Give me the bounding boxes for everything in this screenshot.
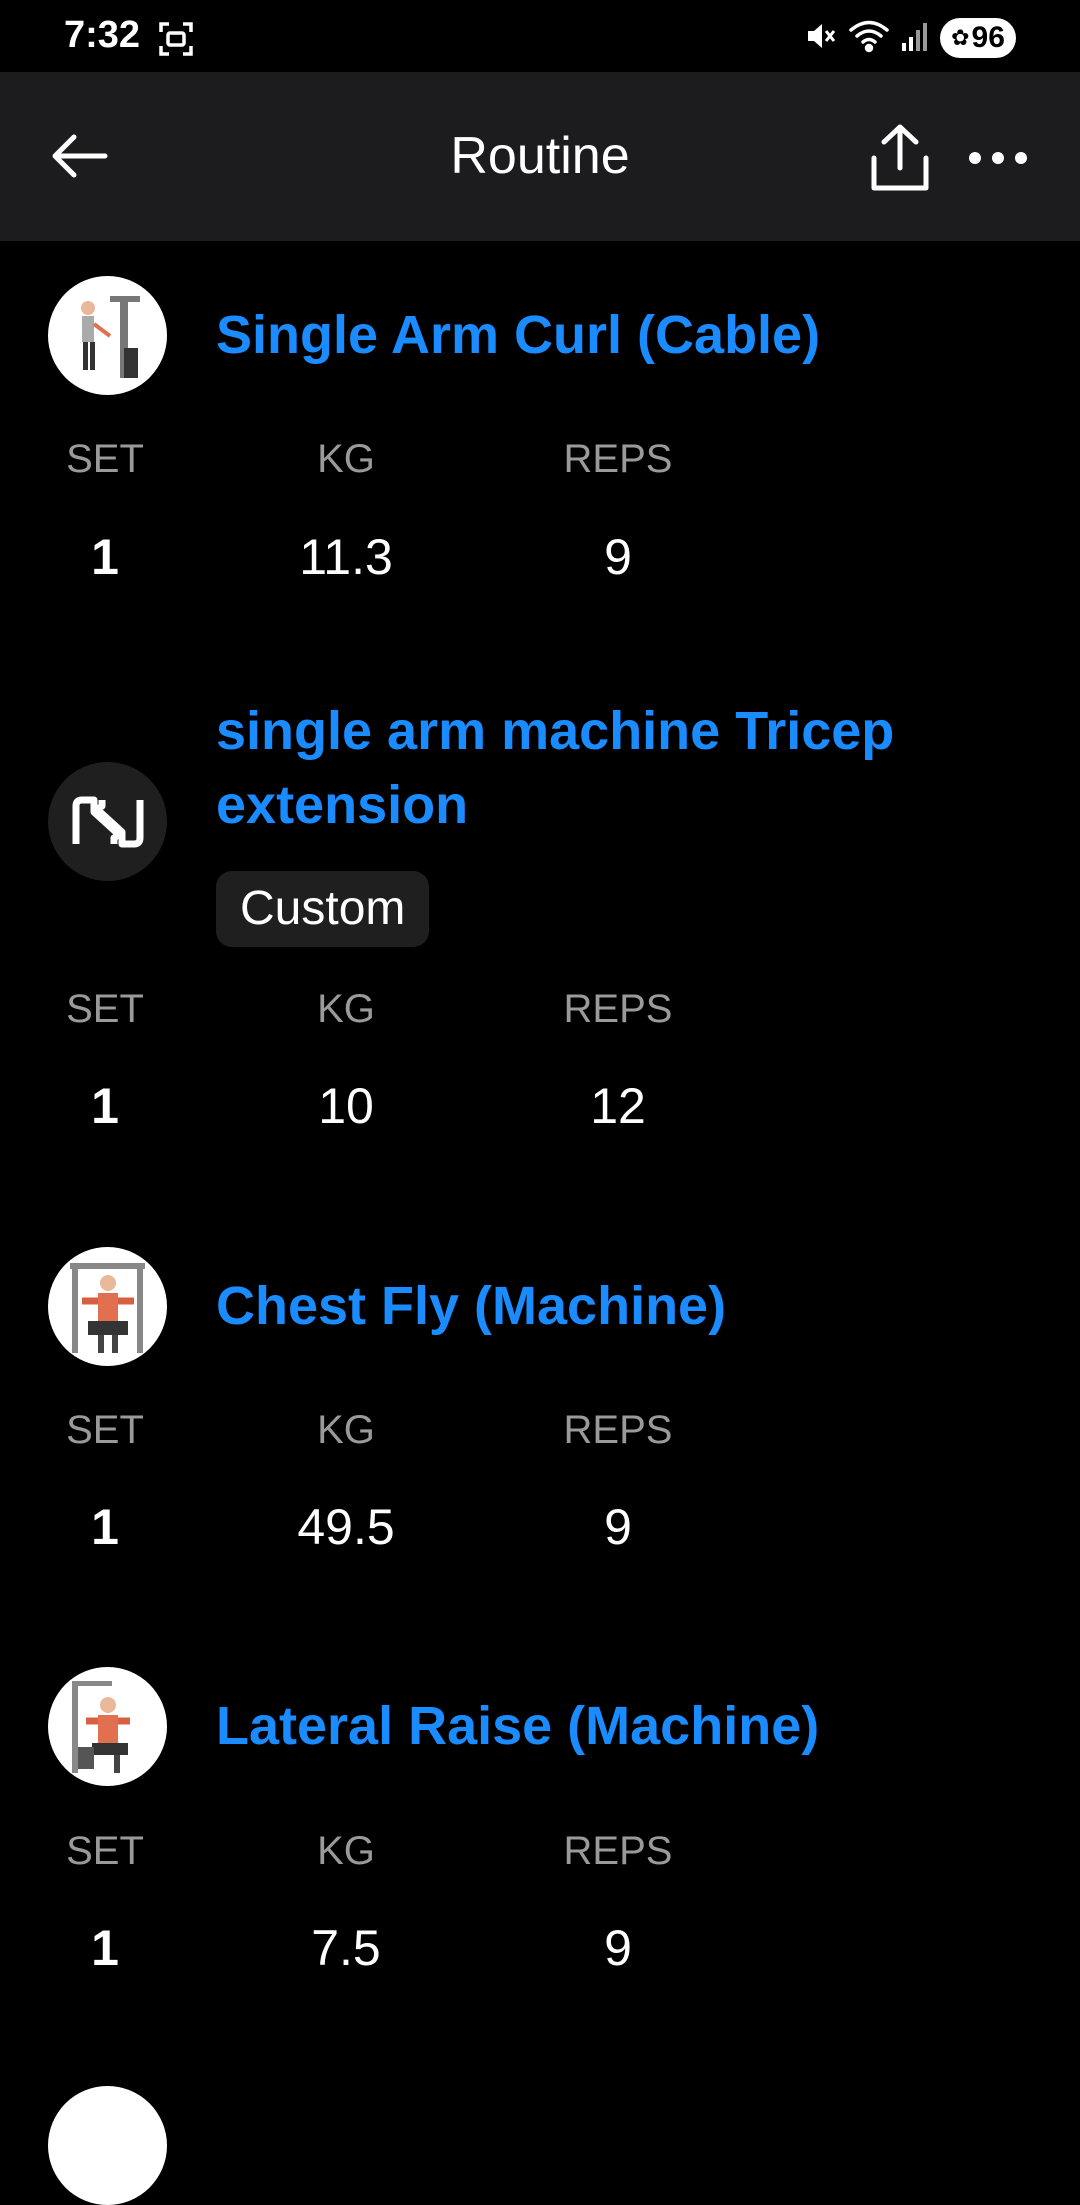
set-number: 1 (91, 1499, 119, 1555)
set-header: SET (66, 1408, 144, 1452)
battery-saver-icon: ✿ (951, 25, 970, 50)
kg-header: KG (317, 437, 375, 481)
screenshot-icon (157, 20, 195, 58)
set-number: 1 (91, 1078, 119, 1134)
exercise-card[interactable]: Chest Fly (Machine) SET KG REPS 1 49.5 9 (0, 1213, 1080, 1613)
set-number: 1 (91, 529, 119, 585)
reps-header: REPS (563, 1829, 673, 1873)
signal-icon (900, 19, 930, 58)
exercise-name-line2[interactable]: extension (216, 768, 468, 842)
set-number: 1 (91, 1920, 119, 1976)
more-options-button[interactable] (956, 116, 1040, 200)
kg-value: 49.5 (297, 1499, 395, 1555)
kg-header: KG (317, 1829, 375, 1873)
reps-value: 9 (604, 1499, 632, 1555)
mute-icon (804, 19, 838, 58)
set-header: SET (66, 987, 144, 1031)
kg-value: 11.3 (299, 529, 393, 585)
wifi-icon (848, 19, 890, 58)
exercise-name[interactable]: Lateral Raise (Machine) (216, 1689, 819, 1763)
share-icon (871, 124, 929, 191)
battery-icon: ✿ 96 (940, 18, 1016, 58)
custom-exercise-icon (72, 796, 143, 847)
exercise-name-line1[interactable]: single arm machine Tricep (216, 694, 894, 768)
kg-value: 7.5 (311, 1920, 381, 1976)
custom-badge: Custom (216, 871, 430, 947)
status-bar: 7:32 ✿ 96 (0, 0, 1080, 72)
reps-header: REPS (563, 987, 673, 1031)
app-bar: Routine (0, 72, 1080, 241)
exercise-card[interactable]: single arm machine Tricep extension Cust… (0, 690, 1080, 1210)
exercise-thumbnail (48, 1247, 167, 1366)
share-button[interactable] (858, 116, 942, 200)
reps-value: 9 (604, 1920, 632, 1976)
exercise-name[interactable]: Single Arm Curl (Cable) (216, 298, 820, 372)
exercise-name[interactable]: Chest Fly (Machine) (216, 1269, 726, 1343)
battery-level: 96 (971, 21, 1005, 54)
status-time: 7:32 (64, 14, 141, 56)
exercise-thumbnail (48, 1667, 167, 1786)
set-header: SET (66, 1829, 144, 1873)
exercise-thumbnail (48, 2086, 167, 2205)
reps-value: 9 (604, 529, 632, 585)
exercise-card[interactable]: Lateral Raise (Machine) SET KG REPS 1 7.… (0, 1633, 1080, 2053)
reps-value: 12 (590, 1078, 646, 1134)
exercise-thumbnail (48, 276, 167, 395)
reps-header: REPS (563, 437, 673, 481)
exercise-card[interactable]: Single Arm Curl (Cable) SET KG REPS 1 11… (0, 241, 1080, 641)
kg-header: KG (317, 987, 375, 1031)
kg-header: KG (317, 1408, 375, 1452)
exercise-thumbnail (48, 762, 167, 881)
set-header: SET (66, 437, 144, 481)
reps-header: REPS (563, 1408, 673, 1452)
more-icon (969, 152, 1027, 164)
kg-value: 10 (318, 1078, 374, 1134)
